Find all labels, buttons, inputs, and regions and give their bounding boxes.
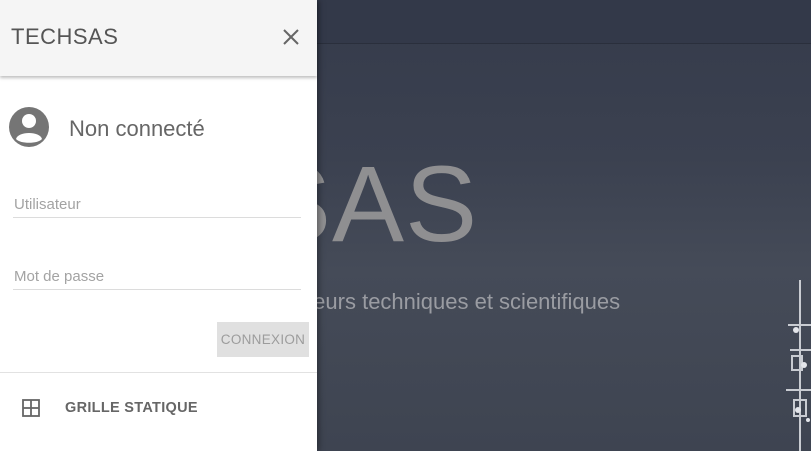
divider [0, 372, 317, 373]
password-field-wrapper [13, 264, 301, 290]
nav-item-grille-statique[interactable]: GRILLE STATIQUE [0, 384, 317, 430]
close-icon [283, 29, 299, 45]
password-input[interactable] [13, 264, 301, 288]
connect-button[interactable]: CONNEXION [217, 322, 309, 357]
ship-mast-image [786, 280, 811, 451]
account-circle-icon [9, 107, 49, 147]
side-drawer: TECHSAS Non connecté CONNEXION GRILLE ST… [0, 0, 317, 451]
user-status-row: Non connecté [8, 106, 308, 150]
drawer-header: TECHSAS [0, 0, 317, 76]
username-field-wrapper [13, 192, 301, 218]
username-input[interactable] [13, 192, 301, 216]
user-status-text: Non connecté [69, 116, 205, 141]
nav-item-label: GRILLE STATIQUE [65, 400, 198, 416]
grid-icon [22, 399, 40, 417]
close-button[interactable] [278, 24, 304, 50]
drawer-title: TECHSAS [11, 24, 119, 49]
